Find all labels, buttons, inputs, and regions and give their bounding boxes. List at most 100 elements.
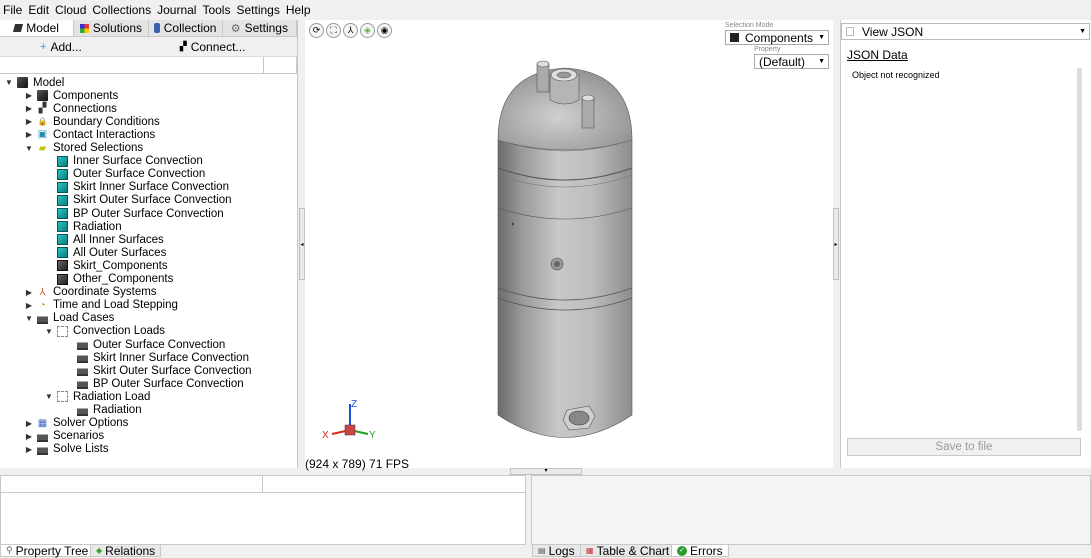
tab-logs-label: Logs bbox=[548, 543, 575, 558]
tree-node[interactable]: ▶ Scenarios bbox=[24, 430, 104, 443]
check-icon: ✓ bbox=[677, 545, 687, 556]
tab-relations[interactable]: ◆ Relations bbox=[90, 544, 162, 558]
dark-icon bbox=[57, 273, 68, 285]
tree-node-label: Model bbox=[33, 76, 65, 89]
menu-collections[interactable]: Collections bbox=[92, 3, 151, 17]
tree-node[interactable]: ▶ 🔒 Boundary Conditions bbox=[24, 115, 160, 128]
tree-node[interactable]: BP Outer Surface Convection bbox=[44, 207, 224, 220]
settings-gear-icon: ⚙ bbox=[230, 22, 241, 35]
tree-node[interactable]: Outer Surface Convection bbox=[44, 168, 205, 181]
tree-node[interactable]: ▶ ▣ Contact Interactions bbox=[24, 128, 155, 141]
menu-file[interactable]: File bbox=[3, 3, 22, 17]
connect-button-label: Connect... bbox=[190, 39, 246, 54]
sel-icon bbox=[57, 181, 68, 193]
property-column-divider[interactable] bbox=[262, 476, 263, 493]
add-button[interactable]: + Add... bbox=[40, 40, 82, 54]
table-icon: ▦ bbox=[586, 546, 594, 555]
collapse-arrow-icon[interactable]: ▶ bbox=[24, 301, 34, 310]
right-splitter-handle[interactable]: ▸ bbox=[833, 208, 839, 280]
tree-node[interactable]: ▼ Convection Loads bbox=[44, 325, 165, 338]
save-to-file-button[interactable]: Save to file bbox=[847, 438, 1081, 456]
menu-journal[interactable]: Journal bbox=[157, 3, 196, 17]
json-view-icon bbox=[846, 27, 854, 36]
collapse-arrow-icon[interactable]: ▶ bbox=[24, 288, 34, 297]
tab-logs[interactable]: ▤ Logs bbox=[532, 543, 581, 558]
tree-node[interactable]: BP Outer Surface Convection bbox=[64, 377, 244, 390]
menu-help[interactable]: Help bbox=[286, 3, 311, 17]
tree-node[interactable]: ▶ Solve Lists bbox=[24, 443, 109, 456]
pressure-vessel-model[interactable] bbox=[305, 20, 833, 468]
menu-settings[interactable]: Settings bbox=[236, 3, 279, 17]
tree-node[interactable]: ▼ Model bbox=[4, 76, 64, 89]
tree-node[interactable]: Skirt Outer Surface Convection bbox=[64, 364, 252, 377]
expand-arrow-icon[interactable]: ▼ bbox=[44, 392, 54, 401]
tree-node[interactable]: ▼ Load Cases bbox=[24, 312, 114, 325]
collapse-arrow-icon[interactable]: ▶ bbox=[24, 419, 34, 428]
tab-collection[interactable]: Collection bbox=[148, 20, 223, 36]
sel-icon bbox=[57, 168, 68, 180]
tree-node[interactable]: Skirt Inner Surface Convection bbox=[64, 351, 249, 364]
filter-options[interactable] bbox=[264, 57, 297, 73]
tree-node[interactable]: ▶ ▞ Connections bbox=[24, 102, 117, 115]
tab-settings[interactable]: ⚙ Settings bbox=[222, 20, 297, 36]
axes-icon: ⅄ bbox=[39, 286, 46, 298]
folder-icon: ▰ bbox=[38, 142, 47, 154]
tab-property-tree-label: Property Tree bbox=[15, 543, 89, 558]
tree-node-label: Solve Lists bbox=[53, 443, 109, 456]
sel-icon bbox=[57, 155, 68, 167]
tree-node-label: Skirt Outer Surface Convection bbox=[73, 194, 232, 207]
tree-node[interactable]: Radiation bbox=[64, 404, 142, 417]
json-scrollbar[interactable] bbox=[1077, 68, 1082, 431]
collapse-arrow-icon[interactable]: ▶ bbox=[24, 130, 34, 139]
tree-node[interactable]: Other_Components bbox=[44, 273, 173, 286]
view-json-dropdown[interactable]: View JSON ▼ bbox=[841, 23, 1090, 40]
tree-node[interactable]: Inner Surface Convection bbox=[44, 155, 203, 168]
collapse-arrow-icon[interactable]: ▶ bbox=[24, 104, 34, 113]
expand-arrow-icon[interactable]: ▼ bbox=[4, 78, 14, 87]
tree-node[interactable]: ▶ ⅄ Coordinate Systems bbox=[24, 286, 157, 299]
triad-z-label: Z bbox=[351, 399, 357, 410]
tree-node[interactable]: ▶ ▦ Solver Options bbox=[24, 417, 129, 430]
tree-node[interactable]: All Inner Surfaces bbox=[44, 233, 164, 246]
logs-icon: ▤ bbox=[538, 546, 546, 555]
tree-node[interactable]: Skirt Outer Surface Convection bbox=[44, 194, 232, 207]
expand-arrow-icon[interactable]: ▼ bbox=[24, 314, 34, 323]
tree-node[interactable]: ▶ ◔ Time and Load Stepping bbox=[24, 299, 178, 312]
tree-node[interactable]: Skirt Inner Surface Convection bbox=[44, 181, 229, 194]
grid-icon bbox=[57, 325, 68, 337]
expand-arrow-icon[interactable]: ▼ bbox=[44, 327, 54, 336]
viewport-bottom-handle[interactable]: ▾ bbox=[510, 468, 582, 475]
menu-cloud[interactable]: Cloud bbox=[55, 3, 86, 17]
tree-node[interactable]: Skirt_Components bbox=[44, 259, 168, 272]
3d-viewport[interactable]: ⟳ ⛶ ⅄ ◈ ◉ Selection Mode Components ▼ Pr… bbox=[305, 20, 833, 475]
relations-icon: ◆ bbox=[96, 546, 103, 555]
lock-icon: 🔒 bbox=[37, 117, 48, 127]
plus-icon: + bbox=[40, 40, 47, 53]
tree-node[interactable]: ▶ Components bbox=[24, 89, 118, 102]
filter-field[interactable] bbox=[0, 57, 265, 73]
tab-solutions[interactable]: Solutions bbox=[74, 20, 149, 36]
collapse-arrow-icon[interactable]: ▶ bbox=[24, 445, 34, 454]
tab-model[interactable]: Model bbox=[0, 20, 75, 36]
cube-icon bbox=[17, 77, 28, 88]
chevron-down-icon: ▼ bbox=[1079, 28, 1086, 35]
tree-node[interactable]: ▼ ▰ Stored Selections bbox=[24, 142, 143, 155]
collapse-arrow-icon[interactable]: ▶ bbox=[24, 432, 34, 441]
tab-property-tree[interactable]: ⚲ Property Tree bbox=[0, 543, 95, 558]
menu-tools[interactable]: Tools bbox=[202, 3, 230, 17]
menu-edit[interactable]: Edit bbox=[28, 3, 49, 17]
sel-icon bbox=[57, 221, 68, 233]
collapse-arrow-icon[interactable]: ▶ bbox=[24, 117, 34, 126]
connect-button[interactable]: ▞ Connect... bbox=[180, 40, 246, 54]
contact-icon: ▣ bbox=[37, 129, 48, 141]
tree-node[interactable]: All Outer Surfaces bbox=[44, 246, 166, 259]
tab-errors[interactable]: ✓ Errors bbox=[671, 544, 729, 558]
tree-node[interactable]: Outer Surface Convection bbox=[64, 338, 225, 351]
triad-y-label: Y bbox=[369, 430, 376, 441]
tree-node[interactable]: ▼ Radiation Load bbox=[44, 390, 150, 403]
tree-node[interactable]: Radiation bbox=[44, 220, 122, 233]
tab-table-chart[interactable]: ▦ Table & Chart bbox=[580, 544, 676, 558]
expand-arrow-icon[interactable]: ▼ bbox=[24, 144, 34, 153]
tree-node-label: Other_Components bbox=[73, 273, 174, 285]
collapse-arrow-icon[interactable]: ▶ bbox=[24, 91, 34, 100]
